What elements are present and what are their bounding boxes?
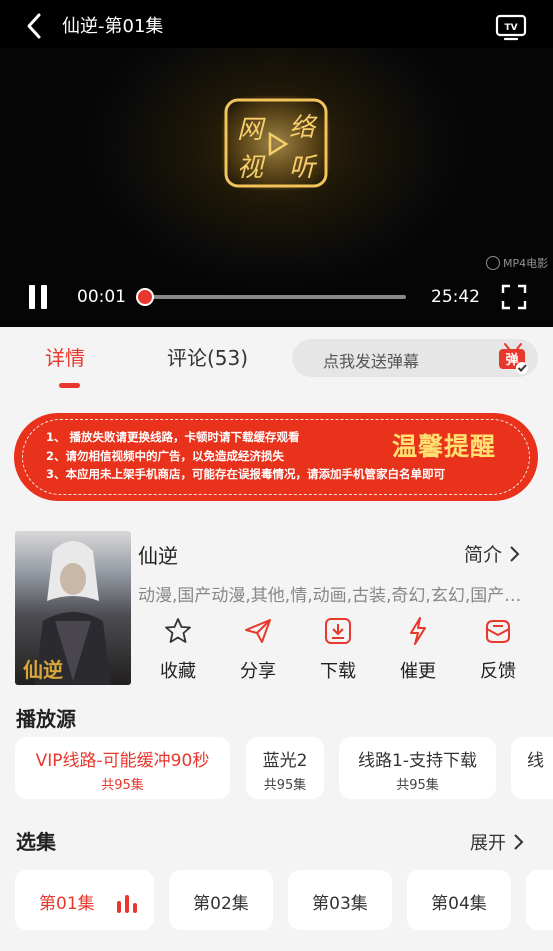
notice-line-1: 1、 播放失败请更换线路，卡顿时请下载缓存观看 <box>46 430 300 444</box>
player-top-bar: 仙逆-第01集 TV <box>0 0 553 48</box>
tv-icon: TV <box>495 14 527 41</box>
video-tags: 动漫,国产动漫,其他,情,动画,古装,奇幻,玄幻,国产动漫 <box>138 586 528 606</box>
notice-line-3: 3、本应用未上架手机商店，可能存在误报毒情况，请添加手机管家白名单即可 <box>46 467 445 481</box>
source-name: 线 <box>527 751 544 771</box>
video-name: 仙逆 <box>138 544 178 568</box>
feedback-button[interactable]: 反馈 <box>468 617 528 682</box>
download-icon <box>325 618 351 644</box>
download-button[interactable]: 下载 <box>308 617 368 682</box>
urge-update-button[interactable]: 催更 <box>388 617 448 682</box>
share-label: 分享 <box>240 661 276 682</box>
episode-label: 第01集 <box>39 894 95 914</box>
lightning-icon <box>410 617 426 645</box>
source-card[interactable]: 线路1-支持下载 共95集 <box>339 737 496 799</box>
watermark-text: MP4电影 <box>503 257 549 270</box>
playing-indicator-icon <box>117 895 141 913</box>
tab-details[interactable]: 详情 <box>45 345 85 371</box>
danmu-placeholder: 点我发送弹幕 <box>323 352 420 371</box>
episode-card[interactable]: 第02集 <box>169 870 273 930</box>
source-name: 线路1-支持下载 <box>358 751 477 771</box>
poster-title: 仙逆 <box>23 658 63 682</box>
source-list: VIP线路-可能缓冲90秒 共95集 蓝光2 共95集 线路1-支持下载 共95… <box>0 737 553 801</box>
chevron-left-icon <box>27 13 41 39</box>
pause-button[interactable] <box>28 285 50 309</box>
fullscreen-icon <box>501 284 527 310</box>
source-name: VIP线路-可能缓冲90秒 <box>35 751 210 771</box>
svg-text:网: 网 <box>237 115 266 145</box>
tab-bar: 详情 评论(53) 点我发送弹幕 弹 <box>0 327 553 391</box>
source-count: 共95集 <box>263 778 307 793</box>
episode-label: 第03集 <box>312 894 368 914</box>
progress-thumb[interactable] <box>136 288 154 306</box>
star-icon <box>165 618 191 643</box>
share-icon <box>245 619 271 643</box>
danmu-toggle-button[interactable]: 弹 <box>496 341 530 375</box>
source-count: 共95集 <box>396 778 439 793</box>
episodes-title: 选集 <box>16 830 56 854</box>
share-button[interactable]: 分享 <box>228 617 288 682</box>
episode-list: 第01集 第02集 第03集 第04集 <box>0 870 553 932</box>
poster-art: 仙逆 <box>23 541 111 685</box>
notice-title: 温馨提醒 <box>392 432 497 461</box>
watermark: MP4电影 <box>486 255 548 271</box>
channel-logo: 网 络 视 听 <box>222 96 330 190</box>
back-button[interactable] <box>20 12 48 40</box>
video-player[interactable]: 仙逆-第01集 TV 网 络 视 听 MP4电影 00:01 25:42 <box>0 0 553 327</box>
source-card[interactable]: 蓝光2 共95集 <box>246 737 324 799</box>
episode-label: 第04集 <box>431 894 487 914</box>
player-controls: 00:01 25:42 <box>0 270 553 327</box>
collect-button[interactable]: 收藏 <box>148 617 208 682</box>
source-name: 蓝光2 <box>262 751 308 771</box>
episode-card[interactable]: 第01集 <box>15 870 154 930</box>
source-count: 共95集 <box>101 778 144 793</box>
svg-text:听: 听 <box>289 153 318 183</box>
video-info: 仙逆 仙逆 简介 动漫,国产动漫,其他,情,动画,古装,奇幻,玄幻,国产动漫 收… <box>0 529 553 689</box>
svg-text:TV: TV <box>504 23 517 33</box>
intro-label: 简介 <box>464 544 503 566</box>
notice-lines: 1、 播放失败请更换线路，卡顿时请下载缓存观看 2、请勿相信视频中的广告，以免造… <box>46 428 445 484</box>
poster-image: 仙逆 <box>15 531 131 685</box>
fullscreen-button[interactable] <box>501 284 527 310</box>
chevron-right-icon <box>510 545 520 562</box>
chevron-right-icon <box>514 834 524 850</box>
episode-card[interactable] <box>526 870 553 930</box>
source-card[interactable]: VIP线路-可能缓冲90秒 共95集 <box>15 737 230 799</box>
pause-icon <box>29 285 35 309</box>
tv-cast-button[interactable]: TV <box>494 12 528 42</box>
sources-title: 播放源 <box>16 707 76 731</box>
progress-bar[interactable] <box>141 295 406 299</box>
detail-content: 详情 评论(53) 点我发送弹幕 弹 1、 播放失败请更换线路，卡顿时请下载缓存… <box>0 327 553 951</box>
source-card[interactable]: 线 <box>511 737 553 799</box>
pause-icon-bar <box>41 285 47 309</box>
episode-label: 第02集 <box>193 894 249 914</box>
urge-update-label: 催更 <box>400 661 436 682</box>
feedback-icon <box>486 620 510 643</box>
collect-label: 收藏 <box>160 661 196 682</box>
total-time: 25:42 <box>431 287 480 307</box>
download-label: 下载 <box>320 661 356 682</box>
notice-line-2: 2、请勿相信视频中的广告，以免造成经济损失 <box>46 448 284 463</box>
svg-text:络: 络 <box>289 113 318 143</box>
video-title: 仙逆-第01集 <box>62 16 164 37</box>
episode-card[interactable]: 第03集 <box>288 870 392 930</box>
tab-active-indicator <box>59 383 80 388</box>
episode-card[interactable]: 第04集 <box>407 870 511 930</box>
expand-label: 展开 <box>470 833 506 854</box>
warm-reminder-banner: 1、 播放失败请更换线路，卡顿时请下载缓存观看 2、请勿相信视频中的广告，以免造… <box>14 413 538 501</box>
expand-button[interactable]: 展开 <box>470 829 524 855</box>
feedback-label: 反馈 <box>480 661 516 682</box>
svg-text:视: 视 <box>237 153 266 183</box>
danmu-icon: 弹 <box>499 343 528 374</box>
logo-seal-icon: 网 络 视 听 <box>222 96 330 190</box>
intro-button[interactable]: 简介 <box>464 540 520 567</box>
tab-comments[interactable]: 评论(53) <box>167 345 248 371</box>
current-time: 00:01 <box>77 287 126 307</box>
watermark-icon <box>486 256 500 270</box>
